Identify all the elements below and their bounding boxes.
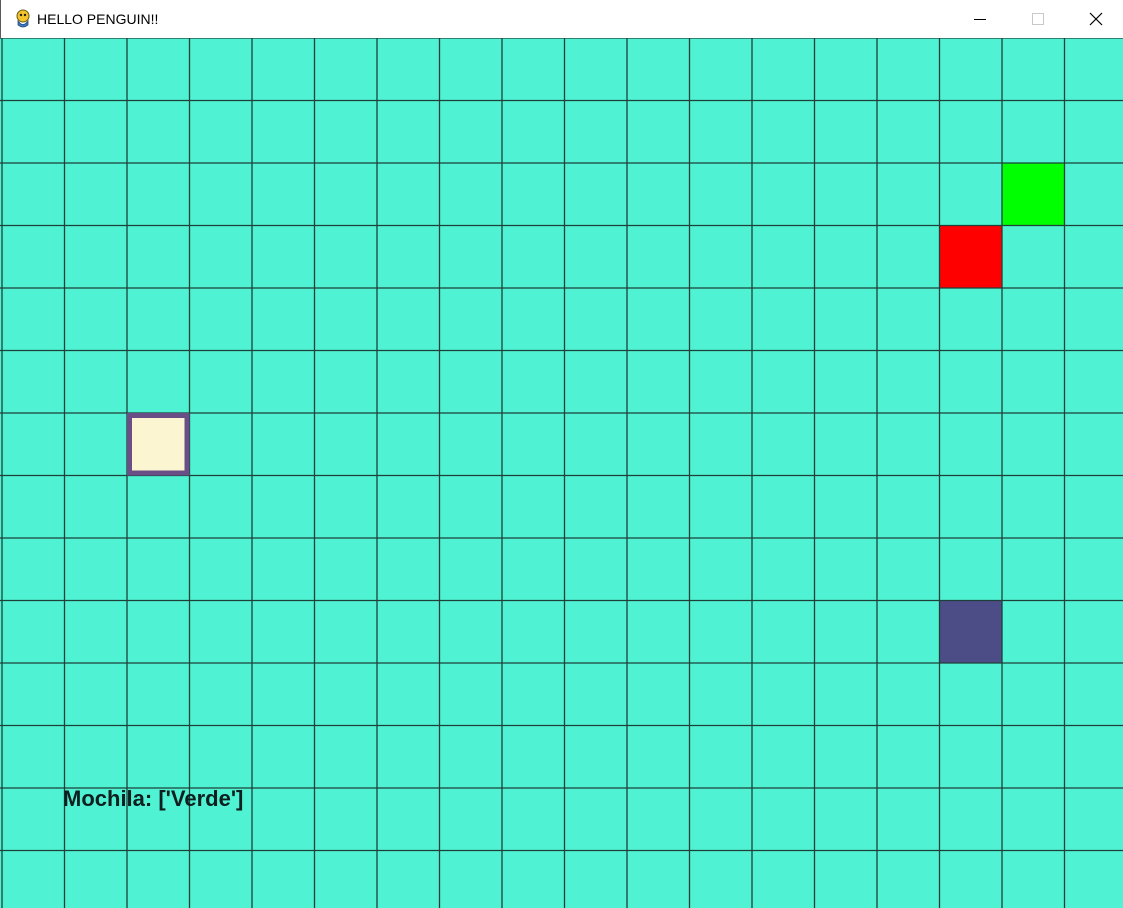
close-icon [1089, 12, 1103, 26]
title-bar[interactable]: HELLO PENGUIN!! [0, 0, 1123, 38]
player-tile-outline [127, 413, 190, 476]
maximize-button[interactable] [1009, 0, 1067, 38]
game-canvas[interactable]: Mochila: ['Verde'] [0, 38, 1123, 908]
game-window: HELLO PENGUIN!! Mochila: ['Verde'] [0, 0, 1123, 908]
purple-tile [939, 600, 1002, 663]
minimize-button[interactable] [951, 0, 1009, 38]
red-tile [939, 225, 1002, 288]
minimize-icon [974, 19, 986, 20]
game-board[interactable] [0, 38, 1123, 908]
maximize-icon [1032, 13, 1044, 25]
backpack-label: Mochila: ['Verde'] [63, 786, 244, 811]
close-button[interactable] [1067, 0, 1123, 38]
pygame-snake-icon [16, 9, 30, 28]
green-tile [1002, 163, 1065, 226]
window-title: HELLO PENGUIN!! [37, 11, 159, 27]
